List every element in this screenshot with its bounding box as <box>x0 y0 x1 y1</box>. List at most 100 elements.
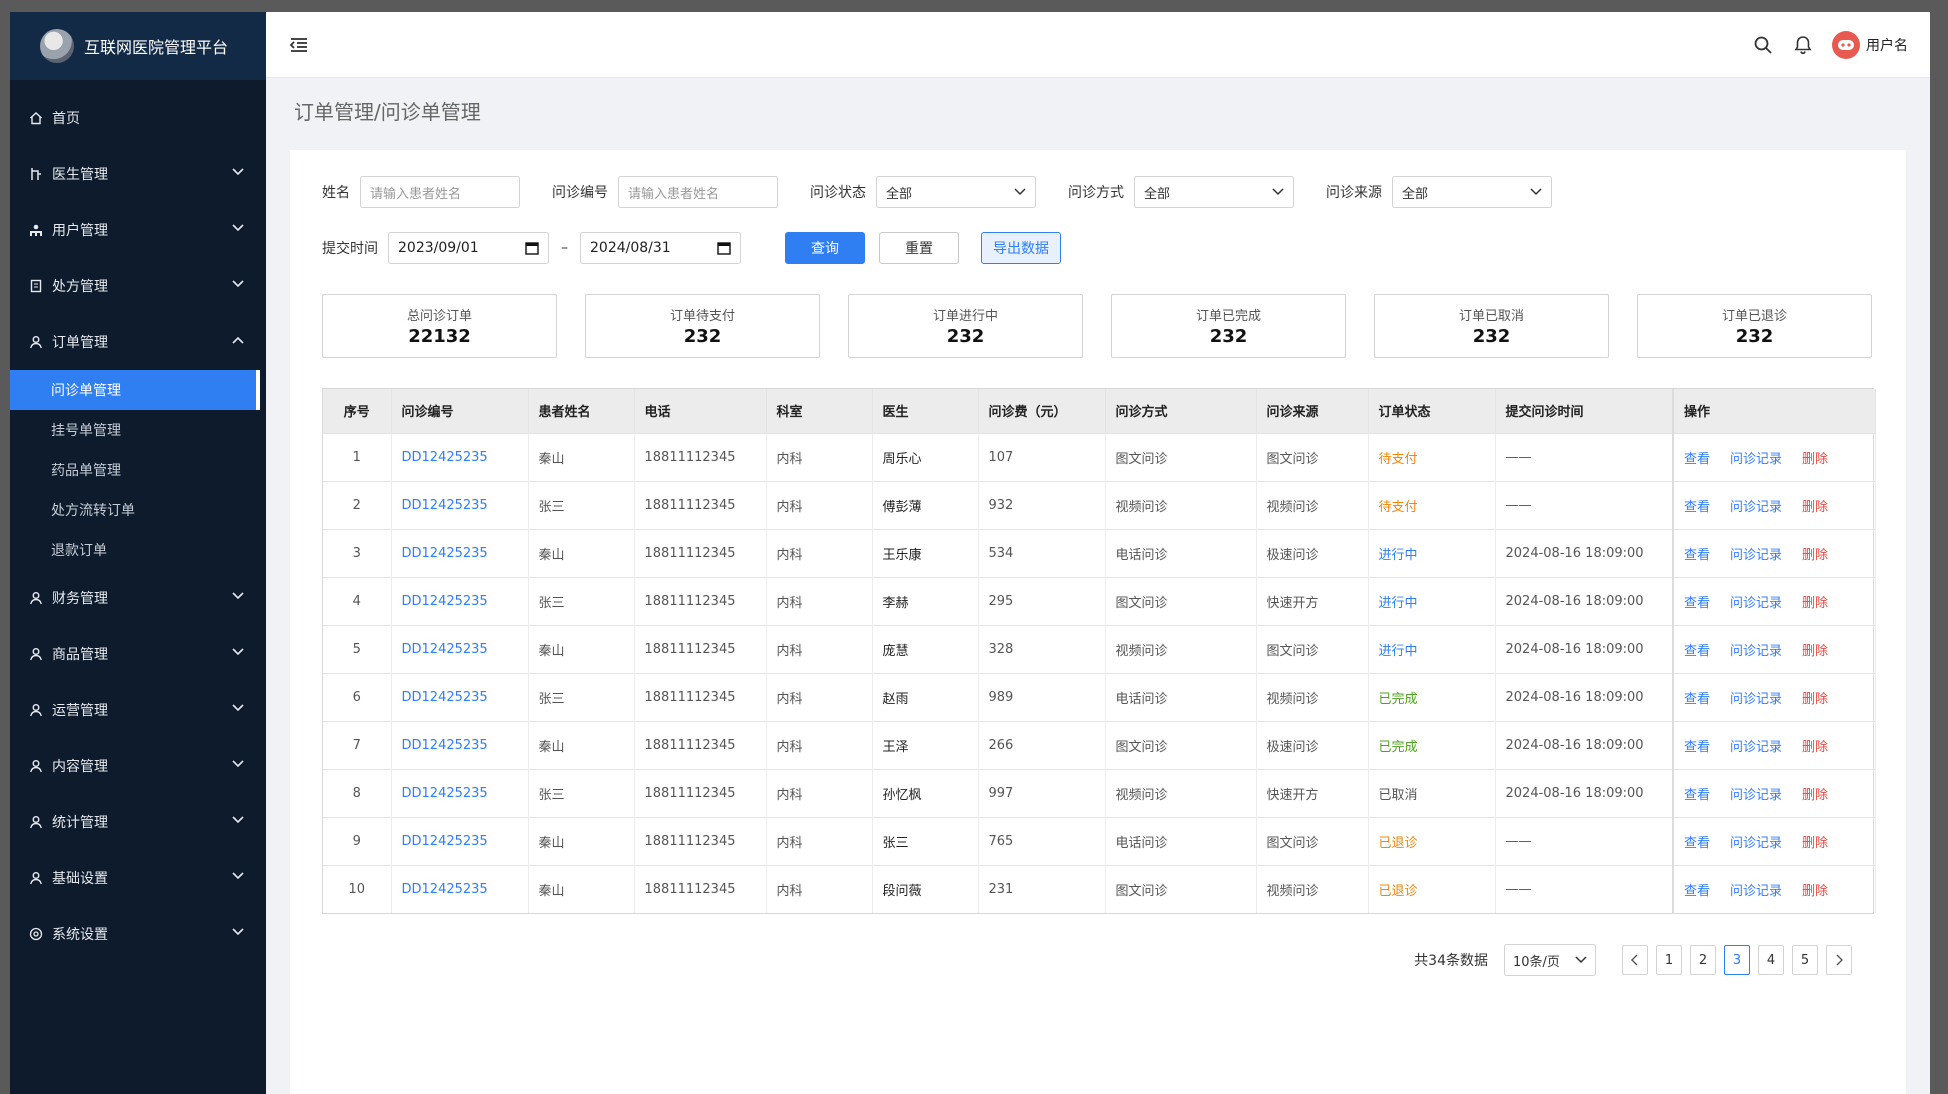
date-from-input[interactable]: 2023/09/01 <box>388 232 549 264</box>
sidebar-item-5[interactable]: 订单管理 <box>10 314 266 370</box>
stat-card[interactable]: 订单已退诊 232 <box>1637 294 1872 358</box>
page-button[interactable]: 1 <box>1656 945 1682 975</box>
stat-card[interactable]: 订单已取消 232 <box>1374 294 1609 358</box>
delete-button[interactable]: 删除 <box>1802 692 1828 707</box>
code-input[interactable]: 请输入患者姓名 <box>618 176 778 208</box>
view-button[interactable]: 查看 <box>1684 500 1710 515</box>
view-button[interactable]: 查看 <box>1684 836 1710 851</box>
sidebar-item-8[interactable]: 运营管理 <box>10 682 266 738</box>
submenu-item[interactable]: 药品单管理 <box>10 450 266 490</box>
delete-button[interactable]: 删除 <box>1802 788 1828 803</box>
cell-code[interactable]: DD12425235 <box>391 769 529 817</box>
delete-button[interactable]: 删除 <box>1802 596 1828 611</box>
avatar[interactable] <box>1832 30 1860 59</box>
method-select[interactable]: 全部 <box>1134 176 1294 208</box>
delete-button[interactable]: 删除 <box>1802 884 1828 899</box>
cell-code[interactable]: DD12425235 <box>391 673 529 721</box>
order-code-link[interactable]: DD12425235 <box>402 450 488 465</box>
stat-card[interactable]: 总问诊订单 22132 <box>322 294 557 358</box>
cell-code[interactable]: DD12425235 <box>391 529 529 577</box>
view-button[interactable]: 查看 <box>1684 452 1710 467</box>
sidebar-item-3[interactable]: 用户管理 <box>10 202 266 258</box>
records-button[interactable]: 问诊记录 <box>1730 788 1782 803</box>
menu-collapse-icon[interactable] <box>288 34 310 56</box>
view-button[interactable]: 查看 <box>1684 644 1710 659</box>
page-button[interactable]: 3 <box>1724 945 1750 975</box>
delete-button[interactable]: 删除 <box>1802 644 1828 659</box>
records-button[interactable]: 问诊记录 <box>1730 548 1782 563</box>
records-button[interactable]: 问诊记录 <box>1730 692 1782 707</box>
sidebar-item-1[interactable]: 首页 <box>10 90 266 146</box>
page-button[interactable]: 2 <box>1690 945 1716 975</box>
order-code-link[interactable]: DD12425235 <box>402 882 488 897</box>
sidebar-item-4[interactable]: 处方管理 <box>10 258 266 314</box>
submenu-item[interactable]: 退款订单 <box>10 530 266 570</box>
sidebar-item-11[interactable]: 基础设置 <box>10 850 266 906</box>
stat-card[interactable]: 订单待支付 232 <box>585 294 820 358</box>
sidebar-item-2[interactable]: 医生管理 <box>10 146 266 202</box>
records-button[interactable]: 问诊记录 <box>1730 884 1782 899</box>
stat-card[interactable]: 订单进行中 232 <box>848 294 1083 358</box>
search-icon[interactable] <box>1752 34 1774 56</box>
records-button[interactable]: 问诊记录 <box>1730 500 1782 515</box>
order-code-link[interactable]: DD12425235 <box>402 546 488 561</box>
view-button[interactable]: 查看 <box>1684 692 1710 707</box>
cell-code[interactable]: DD12425235 <box>391 865 529 913</box>
submenu-item[interactable]: 处方流转订单 <box>10 490 266 530</box>
order-code-link[interactable]: DD12425235 <box>402 498 488 513</box>
order-code-link[interactable]: DD12425235 <box>402 690 488 705</box>
username[interactable]: 用户名 <box>1866 35 1908 55</box>
sidebar-item-12[interactable]: 系统设置 <box>10 906 266 962</box>
calendar-icon[interactable] <box>525 241 539 255</box>
export-button[interactable]: 导出数据 <box>981 232 1061 264</box>
view-button[interactable]: 查看 <box>1684 740 1710 755</box>
view-button[interactable]: 查看 <box>1684 548 1710 563</box>
date-to-input[interactable]: 2024/08/31 <box>580 232 741 264</box>
view-button[interactable]: 查看 <box>1684 884 1710 899</box>
calendar-icon[interactable] <box>717 241 731 255</box>
next-page-button[interactable] <box>1826 945 1852 975</box>
order-code-link[interactable]: DD12425235 <box>402 834 488 849</box>
submenu-item[interactable]: 问诊单管理 <box>10 370 260 410</box>
delete-button[interactable]: 删除 <box>1802 548 1828 563</box>
delete-button[interactable]: 删除 <box>1802 740 1828 755</box>
records-button[interactable]: 问诊记录 <box>1730 740 1782 755</box>
reset-button[interactable]: 重置 <box>879 232 959 264</box>
order-code-link[interactable]: DD12425235 <box>402 786 488 801</box>
sidebar-item-7[interactable]: 商品管理 <box>10 626 266 682</box>
source-select[interactable]: 全部 <box>1392 176 1552 208</box>
status-select[interactable]: 全部 <box>876 176 1036 208</box>
bell-icon[interactable] <box>1792 34 1814 56</box>
view-button[interactable]: 查看 <box>1684 596 1710 611</box>
records-button[interactable]: 问诊记录 <box>1730 596 1782 611</box>
sidebar-item-10[interactable]: 统计管理 <box>10 794 266 850</box>
records-button[interactable]: 问诊记录 <box>1730 452 1782 467</box>
cell-code[interactable]: DD12425235 <box>391 433 529 481</box>
prev-page-button[interactable] <box>1622 945 1648 975</box>
cell-status: 进行中 <box>1368 529 1496 577</box>
cell-code[interactable]: DD12425235 <box>391 481 529 529</box>
cell-code[interactable]: DD12425235 <box>391 721 529 769</box>
brand[interactable]: 互联网医院管理平台 <box>10 12 266 80</box>
order-code-link[interactable]: DD12425235 <box>402 594 488 609</box>
submenu-item[interactable]: 挂号单管理 <box>10 410 266 450</box>
page-button[interactable]: 4 <box>1758 945 1784 975</box>
delete-button[interactable]: 删除 <box>1802 452 1828 467</box>
view-button[interactable]: 查看 <box>1684 788 1710 803</box>
sidebar-item-6[interactable]: 财务管理 <box>10 570 266 626</box>
sidebar-item-9[interactable]: 内容管理 <box>10 738 266 794</box>
delete-button[interactable]: 删除 <box>1802 500 1828 515</box>
order-code-link[interactable]: DD12425235 <box>402 738 488 753</box>
cell-code[interactable]: DD12425235 <box>391 577 529 625</box>
page-size-select[interactable]: 10条/页 <box>1504 944 1596 976</box>
delete-button[interactable]: 删除 <box>1802 836 1828 851</box>
order-code-link[interactable]: DD12425235 <box>402 642 488 657</box>
name-input[interactable]: 请输入患者姓名 <box>360 176 520 208</box>
records-button[interactable]: 问诊记录 <box>1730 836 1782 851</box>
page-button[interactable]: 5 <box>1792 945 1818 975</box>
query-button[interactable]: 查询 <box>785 232 865 264</box>
records-button[interactable]: 问诊记录 <box>1730 644 1782 659</box>
cell-code[interactable]: DD12425235 <box>391 625 529 673</box>
cell-code[interactable]: DD12425235 <box>391 817 529 865</box>
stat-card[interactable]: 订单已完成 232 <box>1111 294 1346 358</box>
